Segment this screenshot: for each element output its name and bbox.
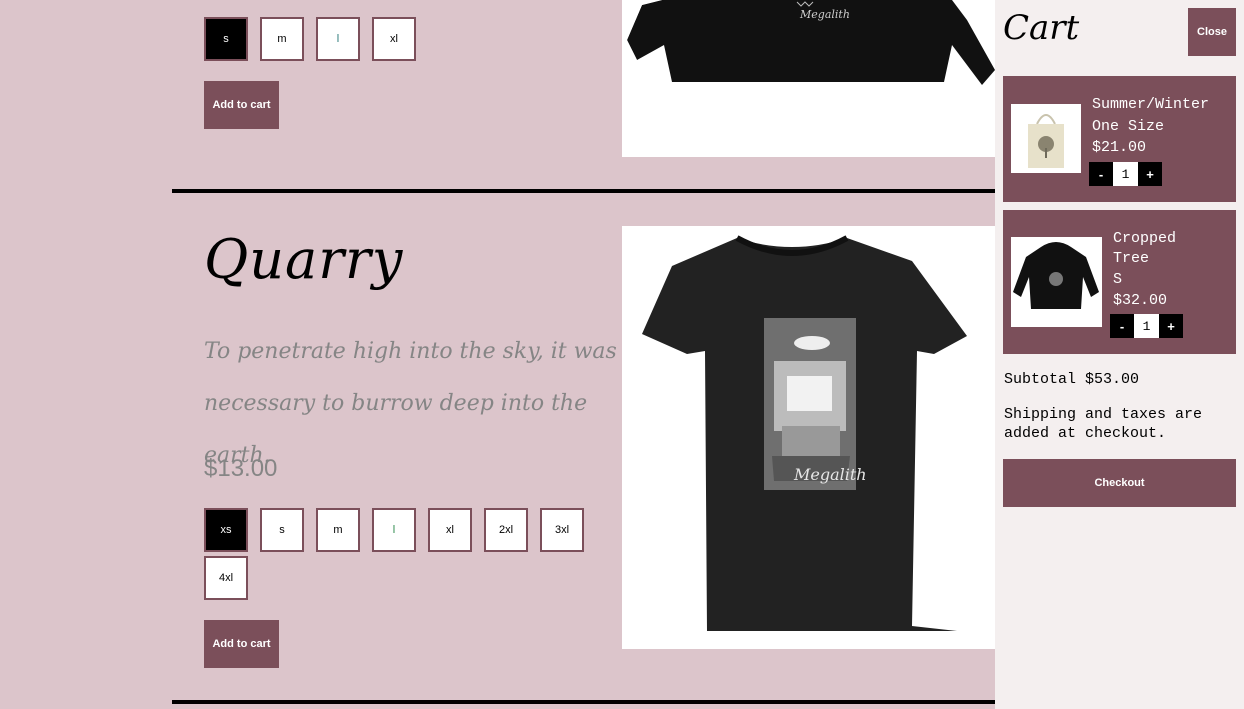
product-title: Quarry: [204, 228, 404, 291]
qty-input[interactable]: [1134, 314, 1159, 338]
product-top-image[interactable]: Megalith: [622, 0, 995, 157]
size-option-xl[interactable]: xl: [428, 508, 472, 552]
section-divider-bottom: [172, 700, 995, 704]
size-option-s[interactable]: s: [260, 508, 304, 552]
tote-bag-image: [1011, 104, 1081, 173]
product-price: $13.00: [204, 455, 278, 482]
cart-item-image: [1011, 104, 1081, 173]
size-option-2xl[interactable]: 2xl: [484, 508, 528, 552]
product-image[interactable]: Megalith: [622, 226, 995, 649]
cart-item: Cropped Tree S $32.00 - +: [1003, 210, 1236, 354]
add-to-cart-button[interactable]: Add to cart: [204, 620, 279, 668]
size-option-4xl[interactable]: 4xl: [204, 556, 248, 600]
cart-item-name: Summer/Winter: [1092, 96, 1210, 113]
cart-item-variant: S: [1113, 271, 1123, 288]
cart-item-price: $32.00: [1113, 292, 1168, 309]
cart-item-price: $21.00: [1092, 139, 1147, 156]
size-option-m[interactable]: m: [316, 508, 360, 552]
size-option-l[interactable]: l: [372, 508, 416, 552]
size-option-l[interactable]: l: [316, 17, 360, 61]
qty-decrement-button[interactable]: -: [1110, 314, 1134, 338]
shipping-note: Shipping and taxes are added at checkout…: [1004, 406, 1203, 442]
cart-panel: Cart Close Summer/Winter One Size $21.00…: [995, 0, 1244, 709]
cart-title: Cart: [1003, 8, 1080, 48]
cropped-hoodie-image: [1011, 237, 1102, 327]
qty-increment-button[interactable]: +: [1138, 162, 1162, 186]
cart-item-image: [1011, 237, 1102, 327]
cart-item-variant: One Size: [1092, 118, 1165, 135]
black-tshirt-image: Megalith: [622, 226, 995, 649]
close-cart-button[interactable]: Close: [1188, 8, 1236, 56]
cart-subtotal: Subtotal $53.00: [1004, 371, 1140, 388]
cart-item-name: Cropped Tree: [1113, 230, 1177, 267]
size-option-xs[interactable]: xs: [204, 508, 248, 552]
size-option-xl[interactable]: xl: [372, 17, 416, 61]
size-option-m[interactable]: m: [260, 17, 304, 61]
section-divider: [172, 189, 995, 193]
svg-text:Megalith: Megalith: [799, 8, 850, 21]
qty-decrement-button[interactable]: -: [1089, 162, 1113, 186]
checkout-button[interactable]: Checkout: [1003, 459, 1236, 507]
size-option-3xl[interactable]: 3xl: [540, 508, 584, 552]
black-cropped-sweatshirt-image: Megalith: [622, 0, 995, 157]
qty-increment-button[interactable]: +: [1159, 314, 1183, 338]
size-option-s[interactable]: s: [204, 17, 248, 61]
qty-input[interactable]: [1113, 162, 1138, 186]
cart-item: Summer/Winter One Size $21.00 - +: [1003, 76, 1236, 202]
add-to-cart-button-top[interactable]: Add to cart: [204, 81, 279, 129]
svg-text:Megalith: Megalith: [793, 465, 867, 484]
